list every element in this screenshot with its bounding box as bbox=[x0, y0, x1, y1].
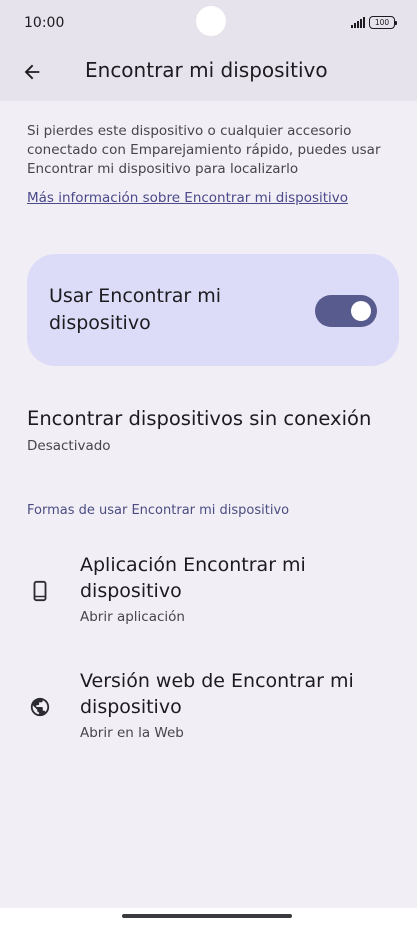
list-item-subtitle: Abrir en la Web bbox=[80, 725, 184, 741]
status-icons: 100 bbox=[351, 16, 397, 29]
arrow-back-icon bbox=[24, 64, 40, 80]
use-find-my-device-card[interactable]: Usar Encontrar mi dispositivo bbox=[27, 254, 399, 366]
status-time: 10:00 bbox=[24, 15, 65, 31]
navigation-bar bbox=[0, 908, 417, 928]
offline-devices-status: Desactivado bbox=[27, 438, 111, 454]
more-info-link[interactable]: Más información sobre Encontrar mi dispo… bbox=[27, 190, 348, 206]
home-indicator[interactable] bbox=[122, 914, 292, 918]
use-find-my-device-switch[interactable] bbox=[315, 295, 377, 327]
list-item-app[interactable]: Aplicación Encontrar mi dispositivo Abri… bbox=[0, 548, 417, 648]
app-bar: Encontrar mi dispositivo bbox=[0, 50, 417, 94]
intro-description: Si pierdes este dispositivo o cualquier … bbox=[27, 123, 381, 177]
back-button[interactable] bbox=[14, 54, 50, 90]
list-item-title: Aplicación Encontrar mi dispositivo bbox=[80, 554, 306, 602]
list-item-subtitle: Abrir aplicación bbox=[80, 609, 185, 625]
battery-icon: 100 bbox=[369, 16, 397, 29]
section-header: Formas de usar Encontrar mi dispositivo bbox=[27, 503, 290, 518]
list-item-web[interactable]: Versión web de Encontrar mi dispositivo … bbox=[0, 666, 417, 766]
camera-cutout bbox=[196, 6, 226, 36]
switch-thumb bbox=[351, 301, 371, 321]
offline-devices-item[interactable]: Encontrar dispositivos sin conexión Desa… bbox=[27, 405, 399, 455]
signal-icon bbox=[351, 17, 365, 28]
list-item-title: Versión web de Encontrar mi dispositivo bbox=[80, 670, 354, 718]
smartphone-icon bbox=[27, 578, 53, 604]
globe-icon bbox=[27, 694, 53, 720]
offline-devices-title: Encontrar dispositivos sin conexión bbox=[27, 407, 372, 430]
page-title: Encontrar mi dispositivo bbox=[85, 58, 328, 82]
battery-level: 100 bbox=[374, 18, 390, 27]
toggle-label: Usar Encontrar mi dispositivo bbox=[49, 285, 222, 334]
status-bar: 10:00 100 bbox=[0, 0, 417, 50]
